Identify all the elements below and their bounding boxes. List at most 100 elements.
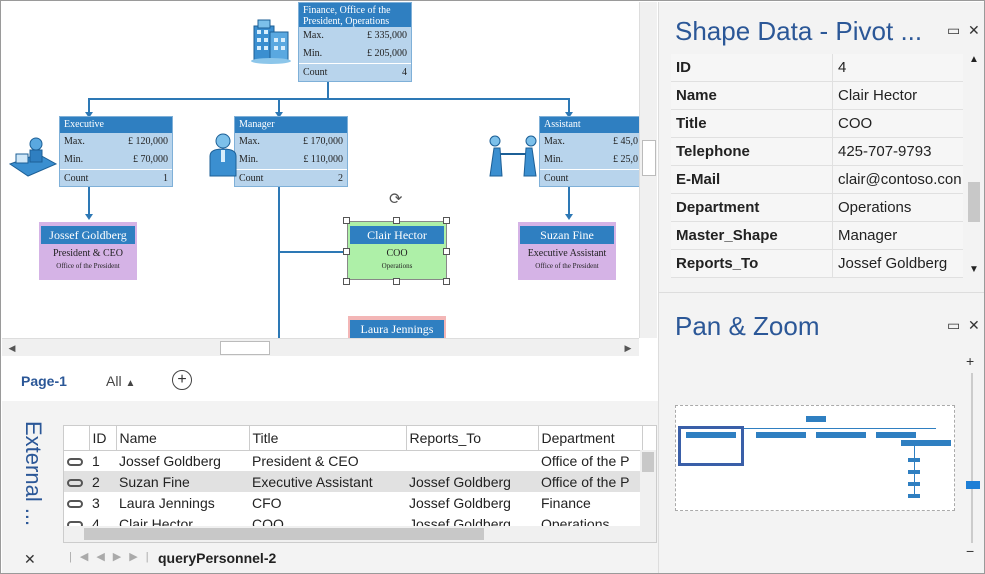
person-name: Jossef Goldberg xyxy=(41,226,135,244)
link-icon xyxy=(67,458,83,467)
rotate-handle-icon[interactable]: ⟳ xyxy=(389,189,402,209)
shape-data-row[interactable]: ID 4 xyxy=(671,54,963,82)
link-icon xyxy=(67,499,83,508)
mini-node xyxy=(908,482,920,486)
connector xyxy=(278,251,344,253)
viewport-rectangle[interactable] xyxy=(678,426,744,466)
query-tab-bar: |◀◀▶▶| queryPersonnel-2 xyxy=(63,545,657,571)
selection-handle[interactable] xyxy=(443,278,450,285)
connector-arrow xyxy=(565,214,573,220)
tab-nav-arrows-icon[interactable]: |◀◀▶▶| xyxy=(69,550,157,563)
person-name: Clair Hector xyxy=(350,226,444,244)
person-card-suzan[interactable]: Suzan Fine Executive Assistant Office of… xyxy=(518,222,616,280)
pivot-row-count: Count 4 xyxy=(299,63,411,81)
scroll-up-icon[interactable]: ▲ xyxy=(969,54,979,65)
tab-query-personnel[interactable]: queryPersonnel-2 xyxy=(158,550,276,566)
scroll-thumb[interactable] xyxy=(220,341,270,355)
visio-window: Finance, Office of the President, Operat… xyxy=(0,0,985,574)
scroll-left-icon[interactable]: ◀ xyxy=(4,339,20,357)
shape-data-row[interactable]: Name Clair Hector xyxy=(671,82,963,110)
column-header-reports-to[interactable]: Reports_To xyxy=(406,426,539,451)
person-title: COO xyxy=(386,248,408,259)
page-tabs-bar: Page-1 All ▲ + xyxy=(2,361,658,401)
grid-horizontal-scrollbar[interactable] xyxy=(64,526,642,542)
pivot-node-assistant[interactable]: Assistant Max. £ 45,0 Min. £ 25,0 Count xyxy=(539,116,639,187)
selection-handle[interactable] xyxy=(343,217,350,224)
manager-person-icon xyxy=(209,133,237,177)
shape-data-row[interactable]: Reports_To Jossef Goldberg xyxy=(671,250,963,278)
mini-node xyxy=(908,494,920,498)
pan-zoom-preview[interactable] xyxy=(675,405,955,511)
pivot-row-min: Min. £ 205,000 xyxy=(303,48,407,59)
external-data-grid: ID Name Title Reports_To Department 1 Jo… xyxy=(63,425,657,543)
table-row[interactable]: 2 Suzan Fine Executive Assistant Jossef … xyxy=(64,471,642,492)
selection-handle[interactable] xyxy=(393,217,400,224)
shape-data-pane: Shape Data - Pivot ... ▭ ✕ ID 4 Name Clair… xyxy=(658,2,984,292)
close-icon[interactable]: ✕ xyxy=(24,551,36,568)
selection-handle[interactable] xyxy=(443,217,450,224)
zoom-out-icon[interactable]: − xyxy=(966,543,974,559)
person-dept: Office of the President xyxy=(56,262,120,270)
scroll-down-icon[interactable]: ▼ xyxy=(969,264,979,275)
connector xyxy=(327,81,329,99)
table-row[interactable]: 1 Jossef Goldberg President & CEO Office… xyxy=(64,450,642,471)
column-header-name[interactable]: Name xyxy=(116,426,250,451)
add-page-button[interactable]: + xyxy=(172,370,192,390)
shape-data-row[interactable]: Telephone 425-707-9793 xyxy=(671,138,963,166)
pivot-row-max: Max. £ 335,000 xyxy=(303,30,407,41)
connector-arrow xyxy=(85,214,93,220)
zoom-slider[interactable]: + − xyxy=(964,353,980,563)
link-icon xyxy=(67,478,83,487)
scroll-thumb[interactable] xyxy=(642,140,656,176)
zoom-in-icon[interactable]: + xyxy=(966,353,974,369)
scroll-thumb[interactable] xyxy=(84,528,484,540)
selection-handle[interactable] xyxy=(343,248,350,255)
mini-node xyxy=(901,440,951,446)
canvas-vertical-scrollbar[interactable] xyxy=(639,2,657,338)
pivot-node-executive[interactable]: Executive Max. £ 120,000 Min. £ 70,000 Cou… xyxy=(59,116,173,187)
drawing-canvas[interactable]: Finance, Office of the President, Operat… xyxy=(2,2,639,338)
table-row[interactable]: 3 Laura Jennings CFO Jossef Goldberg Fin… xyxy=(64,492,642,513)
zoom-thumb[interactable] xyxy=(966,481,980,489)
restore-icon[interactable]: ▭ xyxy=(947,317,960,334)
person-card-jossef[interactable]: Jossef Goldberg President & CEO Office o… xyxy=(39,222,137,280)
restore-icon[interactable]: ▭ xyxy=(947,22,960,39)
pivot-node-header: Executive xyxy=(60,117,172,133)
selection-handle[interactable] xyxy=(393,278,400,285)
pivot-node-header: Manager xyxy=(235,117,347,133)
column-header-department[interactable]: Department xyxy=(538,426,643,451)
column-header-link xyxy=(64,426,90,451)
close-icon[interactable]: ✕ xyxy=(968,317,980,334)
selection-handle[interactable] xyxy=(443,248,450,255)
person-title: President & CEO xyxy=(53,248,123,259)
person-name: Laura Jennings xyxy=(350,320,444,338)
shape-data-row[interactable]: Master_Shape Manager xyxy=(671,222,963,250)
caret-up-icon: ▲ xyxy=(125,378,136,389)
selection-handle[interactable] xyxy=(343,278,350,285)
shape-data-row[interactable]: Title COO xyxy=(671,110,963,138)
column-header-id[interactable]: ID xyxy=(89,426,117,451)
external-data-title: External ... xyxy=(21,421,46,527)
shape-data-row[interactable]: E-Mail clair@contoso.con xyxy=(671,166,963,194)
close-icon[interactable]: ✕ xyxy=(968,22,980,39)
person-card-clair-selected[interactable]: Clair Hector COO Operations xyxy=(347,221,447,280)
person-dept: Office of the President xyxy=(535,262,599,270)
pivot-node-top[interactable]: Finance, Office of the President, Operat… xyxy=(298,2,412,82)
connector xyxy=(278,186,280,338)
grid-vertical-scrollbar[interactable] xyxy=(640,450,656,542)
tab-page-1[interactable]: Page-1 xyxy=(21,373,67,389)
person-card-laura[interactable]: Laura Jennings xyxy=(348,316,446,338)
pan-zoom-title: Pan & Zoom xyxy=(675,311,820,341)
canvas-horizontal-scrollbar[interactable]: ◀ ▶ xyxy=(2,338,639,356)
column-header-title[interactable]: Title xyxy=(249,426,407,451)
all-pages-button[interactable]: All ▲ xyxy=(106,373,135,389)
mini-node xyxy=(908,470,920,474)
pivot-node-manager[interactable]: Manager Max. £ 170,000 Min. £ 110,000 Coun… xyxy=(234,116,348,187)
shape-data-table: ID 4 Name Clair Hector Title COO Telephone 4… xyxy=(671,54,963,278)
zoom-track[interactable] xyxy=(971,373,973,543)
scroll-right-icon[interactable]: ▶ xyxy=(620,339,636,357)
scroll-thumb[interactable] xyxy=(642,452,654,472)
scroll-thumb[interactable] xyxy=(968,182,980,222)
shape-data-scrollbar[interactable]: ▲ ▼ xyxy=(967,54,981,278)
shape-data-row[interactable]: Department Operations xyxy=(671,194,963,222)
